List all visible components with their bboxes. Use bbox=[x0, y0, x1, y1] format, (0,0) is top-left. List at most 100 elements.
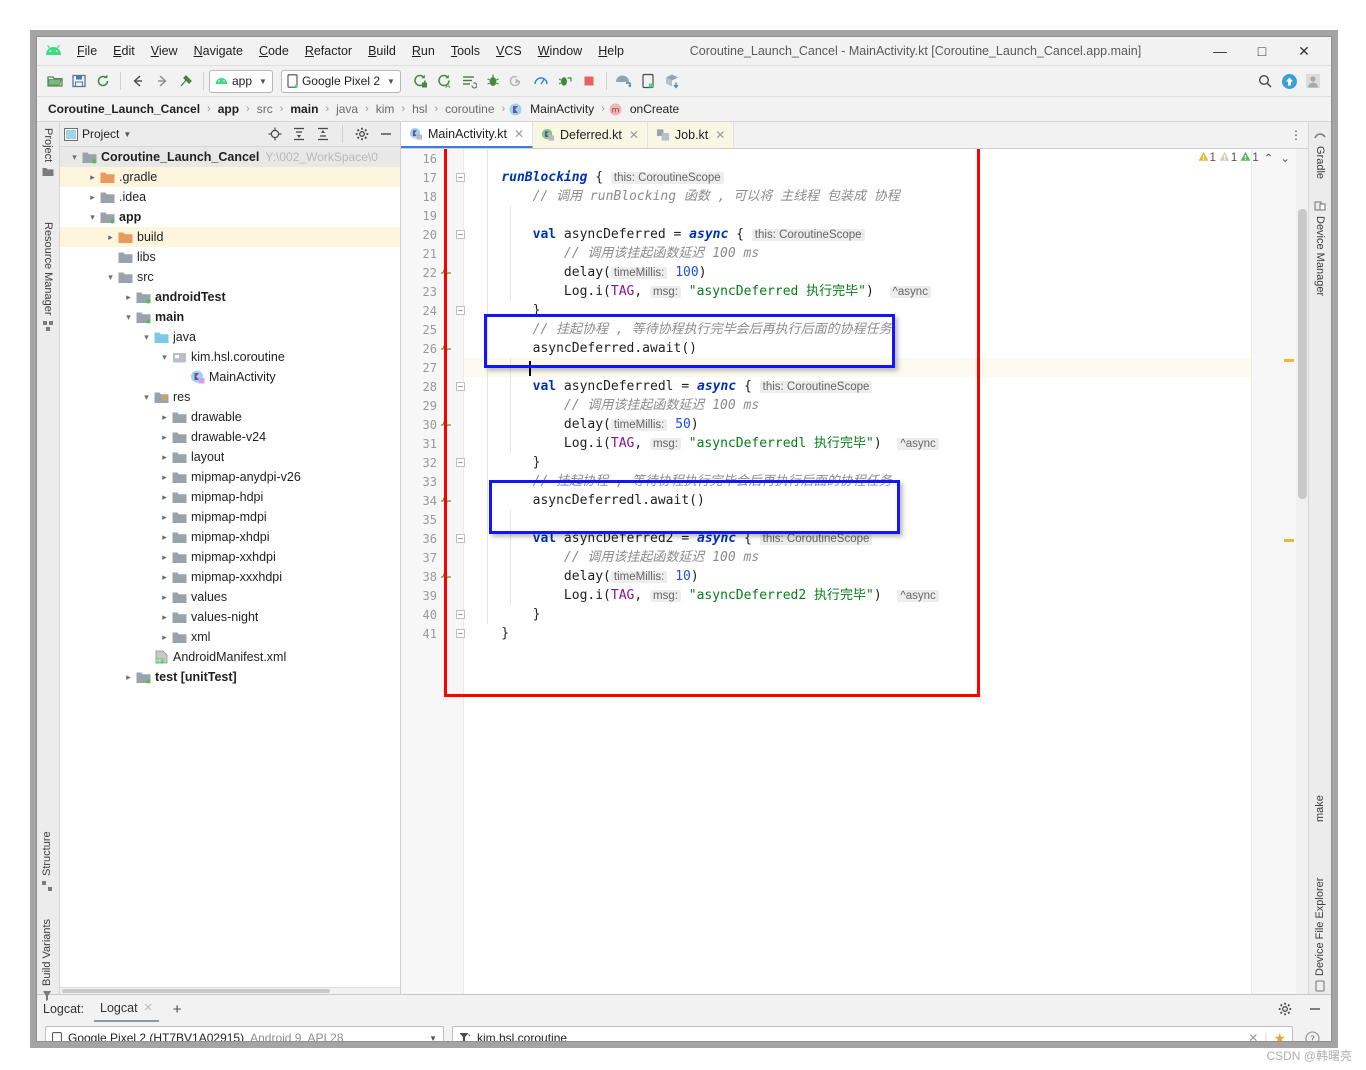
editor-scrollbar[interactable] bbox=[1296, 149, 1308, 994]
inspection-count-group[interactable]: 1 bbox=[1240, 151, 1259, 165]
breadcrumb-item-kim[interactable]: kim bbox=[373, 101, 398, 117]
code-line[interactable]: } bbox=[464, 605, 1251, 624]
breadcrumb-item-src[interactable]: src bbox=[254, 101, 276, 117]
update-icon[interactable] bbox=[1277, 69, 1301, 93]
tree-node[interactable]: ▸ build bbox=[60, 227, 400, 247]
run-icon[interactable] bbox=[409, 69, 433, 93]
menu-window[interactable]: Window bbox=[530, 41, 590, 61]
save-all-icon[interactable] bbox=[67, 69, 91, 93]
project-tree[interactable]: ▾ Coroutine_Launch_Cancel Y:\002_WorkSpace… bbox=[60, 147, 400, 987]
scrollbar-thumb[interactable] bbox=[1298, 209, 1307, 499]
sidebar-item-structure[interactable]: Structure bbox=[41, 831, 53, 892]
tree-node[interactable]: ▸ mipmap-xxhdpi bbox=[60, 547, 400, 567]
code-line[interactable]: delay(timeMillis: 50) bbox=[464, 415, 1251, 434]
chevron-down-icon[interactable]: ▾ bbox=[140, 332, 153, 343]
menu-file[interactable]: File bbox=[69, 41, 105, 61]
run-coverage-icon[interactable]: A bbox=[433, 69, 457, 93]
chevron-right-icon[interactable]: ▸ bbox=[158, 452, 171, 463]
code-line[interactable]: asyncDeferredl.await() bbox=[464, 491, 1251, 510]
add-logcat-tab-button[interactable]: + bbox=[169, 1001, 186, 1018]
code-line[interactable]: val asyncDeferred = async { this: Corout… bbox=[464, 225, 1251, 244]
chevron-right-icon[interactable]: ▸ bbox=[158, 592, 171, 603]
breadcrumb-item-mainactivity[interactable]: MainActivity bbox=[527, 101, 597, 117]
editor-tab-job-kt[interactable]: Job.kt ✕ bbox=[647, 122, 735, 148]
menu-edit[interactable]: Edit bbox=[105, 41, 143, 61]
debug-icon[interactable] bbox=[481, 69, 505, 93]
hide-icon[interactable] bbox=[376, 124, 396, 144]
menu-run[interactable]: Run bbox=[404, 41, 443, 61]
run-gutter-icon[interactable] bbox=[439, 491, 453, 510]
back-icon[interactable] bbox=[126, 69, 150, 93]
profiler-icon[interactable] bbox=[529, 69, 553, 93]
breadcrumb-item-hsl[interactable]: hsl bbox=[409, 101, 430, 117]
sidebar-item-resource-manager[interactable]: Resource Manager bbox=[42, 222, 54, 332]
chevron-down-icon[interactable]: ▾ bbox=[158, 352, 171, 363]
tree-node[interactable]: ▸ androidTest bbox=[60, 287, 400, 307]
breadcrumb-item-java[interactable]: java bbox=[333, 101, 361, 117]
logcat-query-input[interactable]: kim.hsl.coroutine ✕ | ★ bbox=[452, 1026, 1293, 1041]
code-line[interactable]: asyncDeferred.await() bbox=[464, 339, 1251, 358]
tree-node[interactable]: ▸ mipmap-xxxhdpi bbox=[60, 567, 400, 587]
breadcrumb-item-app[interactable]: app bbox=[215, 101, 242, 117]
breadcrumb-item-main[interactable]: main bbox=[287, 101, 321, 117]
chevron-right-icon[interactable]: ▸ bbox=[158, 632, 171, 643]
chevron-down-icon[interactable]: ▾ bbox=[122, 312, 135, 323]
code-line[interactable]: // 调用该挂起函数延迟 100 ms bbox=[464, 396, 1251, 415]
tree-node[interactable]: ▸ values bbox=[60, 587, 400, 607]
run-gutter-icon[interactable] bbox=[439, 567, 453, 586]
tree-node[interactable]: ▸ layout bbox=[60, 447, 400, 467]
chevron-right-icon[interactable]: ▸ bbox=[122, 672, 135, 683]
menu-code[interactable]: Code bbox=[251, 41, 297, 61]
code-line[interactable]: // 调用 runBlocking 函数 , 可以将 主线程 包装成 协程 bbox=[464, 187, 1251, 206]
code-line[interactable]: runBlocking { this: CoroutineScope bbox=[464, 168, 1251, 187]
close-icon[interactable]: ✕ bbox=[715, 128, 725, 142]
tree-node[interactable]: libs bbox=[60, 247, 400, 267]
chevron-right-icon[interactable]: ▸ bbox=[86, 172, 99, 183]
chevron-right-icon[interactable]: ▸ bbox=[158, 472, 171, 483]
menu-help[interactable]: Help bbox=[590, 41, 632, 61]
close-button[interactable]: ✕ bbox=[1283, 38, 1325, 64]
menu-view[interactable]: View bbox=[143, 41, 186, 61]
code-content[interactable]: runBlocking { this: CoroutineScope // 调用… bbox=[464, 149, 1251, 994]
code-line[interactable]: } bbox=[464, 301, 1251, 320]
inspection-prev-button[interactable]: ⌃ bbox=[1262, 151, 1276, 165]
apply-changes-icon[interactable] bbox=[457, 69, 481, 93]
collapse-all-icon[interactable] bbox=[313, 124, 333, 144]
expand-all-icon[interactable] bbox=[289, 124, 309, 144]
code-line[interactable]: // 挂起协程 , 等待协程执行完毕会后再执行后面的协程任务 bbox=[464, 320, 1251, 339]
chevron-right-icon[interactable]: ▸ bbox=[158, 512, 171, 523]
tree-node[interactable]: ▾ kim.hsl.coroutine bbox=[60, 347, 400, 367]
tree-node[interactable]: ▾ main bbox=[60, 307, 400, 327]
menu-build[interactable]: Build bbox=[360, 41, 404, 61]
sidebar-item-gradle[interactable]: Gradle bbox=[1314, 130, 1326, 179]
tree-node[interactable]: ▸ mipmap-hdpi bbox=[60, 487, 400, 507]
code-line[interactable]: } bbox=[464, 624, 1251, 643]
tree-node[interactable]: ▸ mipmap-xhdpi bbox=[60, 527, 400, 547]
open-folder-icon[interactable] bbox=[43, 69, 67, 93]
minimize-icon[interactable] bbox=[1305, 999, 1325, 1019]
locate-icon[interactable] bbox=[265, 124, 285, 144]
clear-query-icon[interactable]: ✕ bbox=[1248, 1031, 1258, 1041]
run-gutter-icon[interactable] bbox=[439, 263, 453, 282]
code-line[interactable]: delay(timeMillis: 100) bbox=[464, 263, 1251, 282]
breadcrumb-item-coroutine-launch-cancel[interactable]: Coroutine_Launch_Cancel bbox=[45, 101, 203, 117]
inspection-count-group[interactable]: 1 bbox=[1198, 151, 1216, 165]
menu-vcs[interactable]: VCS bbox=[488, 41, 530, 61]
run-gutter-icon[interactable] bbox=[439, 415, 453, 434]
tree-node[interactable]: ▾ src bbox=[60, 267, 400, 287]
tree-node[interactable]: ▸ values-night bbox=[60, 607, 400, 627]
chevron-down-icon[interactable]: ▾ bbox=[104, 272, 117, 283]
chevron-down-icon[interactable]: ▼ bbox=[429, 1034, 437, 1042]
run-configuration-selector[interactable]: app ▼ bbox=[209, 69, 273, 93]
sidebar-item-device-file-explorer[interactable]: Device File Explorer bbox=[1314, 878, 1326, 992]
code-line[interactable]: val asyncDeferred2 = async { this: Corou… bbox=[464, 529, 1251, 548]
help-icon[interactable]: ? bbox=[1301, 1027, 1323, 1041]
maximize-button[interactable]: □ bbox=[1241, 38, 1283, 64]
tree-node[interactable]: ▸ test [unitTest] bbox=[60, 667, 400, 687]
sidebar-item-project[interactable]: Project bbox=[42, 128, 54, 178]
editor-tab-deferred-kt[interactable]: Deferred.kt ✕ bbox=[533, 122, 648, 148]
settings-gear-icon[interactable] bbox=[352, 124, 372, 144]
chevron-right-icon[interactable]: ▸ bbox=[158, 552, 171, 563]
code-line[interactable]: Log.i(TAG, msg: "asyncDeferred 执行完毕") ^a… bbox=[464, 282, 1251, 301]
chevron-right-icon[interactable]: ▸ bbox=[104, 232, 117, 243]
